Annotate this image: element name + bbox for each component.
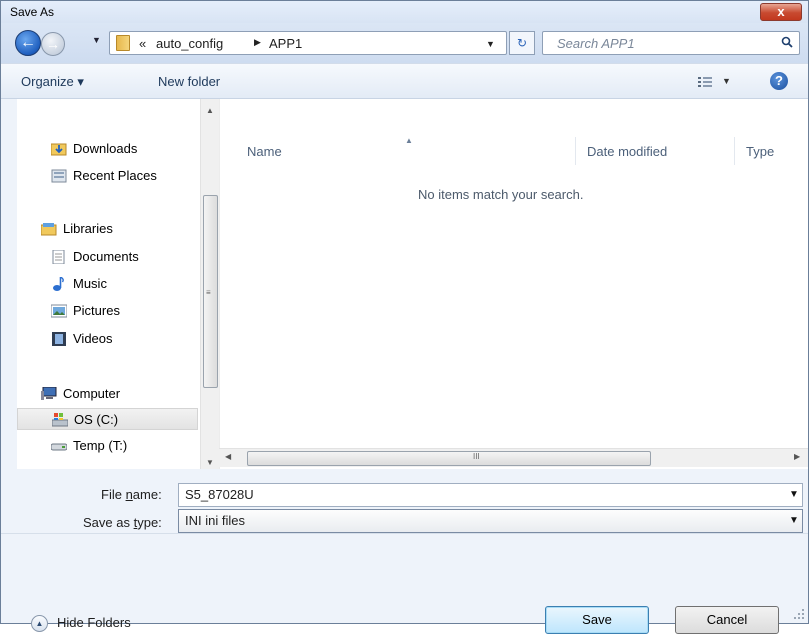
navigation-pane: Downloads Recent Places Libraries Docume… [17, 99, 219, 469]
search-box[interactable]: Search APP1 [542, 31, 800, 55]
save-as-dialog: Save As x ← → ▼ « auto_config ▶ APP1 ▼ ↻… [0, 0, 809, 634]
sidebar-item-label: Temp (T:) [73, 438, 128, 453]
scroll-down-icon[interactable]: ▼ [206, 458, 214, 467]
sidebar-item-videos[interactable]: Videos [51, 328, 211, 350]
view-options-dropdown[interactable]: ▼ [722, 76, 731, 86]
documents-icon [52, 250, 65, 264]
file-name-label-text: ame: [132, 487, 162, 502]
sidebar-item-label: OS (C:) [74, 412, 119, 427]
sidebar-item-label: Computer [63, 386, 121, 401]
breadcrumb-item-app1[interactable]: APP1 [269, 36, 302, 51]
sidebar-item-music[interactable]: Music [51, 273, 211, 295]
column-header-date-modified[interactable]: Date modified [587, 144, 667, 159]
command-toolbar: Organize ▾ New folder ▼ ? [1, 63, 808, 99]
sidebar-item-label: Videos [73, 331, 113, 346]
recent-locations-dropdown[interactable]: ▼ [92, 35, 101, 45]
sidebar-item-computer[interactable]: Computer [41, 383, 211, 405]
scroll-grip-icon: III [473, 452, 480, 461]
forward-button[interactable]: → [41, 32, 65, 56]
sidebar-item-label: Recent Places [73, 168, 157, 183]
sidebar-item-pictures[interactable]: Pictures [51, 300, 211, 322]
downloads-folder-icon [51, 143, 67, 156]
search-icon[interactable] [781, 36, 793, 48]
computer-icon [41, 387, 57, 400]
cancel-button[interactable]: Cancel [675, 606, 779, 634]
organize-button[interactable]: Organize ▾ [21, 74, 84, 90]
sidebar-item-recent-places[interactable]: Recent Places [51, 165, 211, 187]
recent-places-icon [51, 169, 67, 183]
resize-grip-icon[interactable] [794, 609, 804, 619]
file-name-dropdown-button[interactable]: ▼ [789, 489, 799, 500]
scroll-thumb[interactable]: III [247, 451, 651, 466]
navigation-pane-scrollbar[interactable]: ▲ ≡ ▼ [200, 99, 219, 469]
column-header-name[interactable]: Name [247, 144, 282, 159]
new-folder-button[interactable]: New folder [158, 74, 220, 89]
sidebar-item-os-c[interactable]: OS (C:) [17, 408, 198, 430]
sort-ascending-icon: ▲ [405, 136, 413, 145]
libraries-icon [41, 223, 57, 236]
file-name-label-accesskey: n [125, 487, 133, 502]
network-drive-icon [51, 443, 67, 451]
hide-folders-label: Hide Folders [57, 615, 131, 630]
save-as-type-dropdown-button[interactable]: ▼ [789, 515, 799, 526]
save-as-type-label-text: ype: [137, 515, 162, 530]
save-as-type-label: Save as type: [83, 515, 162, 530]
sidebar-item-documents[interactable]: Documents [51, 246, 211, 268]
save-button[interactable]: Save [545, 606, 649, 634]
empty-folder-message: No items match your search. [418, 187, 584, 202]
file-name-label: File name: [101, 487, 162, 502]
breadcrumb-item-auto-config[interactable]: auto_config [156, 36, 223, 51]
sidebar-item-label: Pictures [73, 303, 120, 318]
back-button[interactable]: ← [15, 30, 41, 56]
local-drive-icon [52, 413, 68, 427]
column-divider[interactable] [575, 137, 576, 165]
close-button[interactable]: x [760, 3, 802, 21]
scroll-right-icon[interactable]: ▶ [794, 452, 800, 461]
column-header-type[interactable]: Type [746, 144, 774, 159]
scroll-up-icon[interactable]: ▲ [206, 106, 214, 115]
change-view-icon[interactable] [698, 76, 712, 88]
folder-icon [116, 35, 130, 51]
sidebar-item-label: Downloads [73, 141, 138, 156]
file-list-horizontal-scrollbar[interactable]: ◀ III ▶ [219, 448, 808, 467]
refresh-button[interactable]: ↻ [509, 31, 535, 55]
window-title: Save As [10, 5, 55, 19]
save-options-form: File name: S5_87028U ▼ Save as type: INI… [1, 469, 808, 533]
music-icon [53, 277, 64, 291]
breadcrumb-overflow-chevron[interactable]: « [139, 36, 146, 51]
title-bar: Save As x [1, 1, 808, 23]
file-name-input[interactable]: S5_87028U [178, 483, 803, 507]
help-icon[interactable]: ? [770, 72, 788, 90]
column-divider[interactable] [734, 137, 735, 165]
scroll-left-icon[interactable]: ◀ [225, 452, 231, 461]
breadcrumb-separator-icon[interactable]: ▶ [254, 37, 261, 48]
sidebar-item-label: Libraries [63, 221, 113, 236]
address-bar[interactable]: « auto_config ▶ APP1 ▼ [109, 31, 507, 55]
sidebar-item-downloads[interactable]: Downloads [51, 138, 211, 160]
save-as-type-select[interactable]: INI ini files [178, 509, 803, 533]
videos-icon [52, 332, 66, 346]
sidebar-item-label: Documents [73, 249, 139, 264]
sidebar-item-temp-t[interactable]: Temp (T:) [51, 435, 211, 457]
search-input[interactable]: Search APP1 [557, 36, 635, 51]
address-dropdown-button[interactable]: ▼ [486, 39, 495, 49]
save-as-type-label-text: Save as [83, 515, 134, 530]
file-list-pane[interactable]: ▲ Name Date modified Type No items match… [219, 99, 808, 469]
pictures-icon [51, 304, 67, 318]
sidebar-item-libraries[interactable]: Libraries [41, 218, 211, 240]
navigation-bar: ← → ▼ « auto_config ▶ APP1 ▼ ↻ Search AP… [1, 23, 808, 63]
file-name-label-text: File [101, 487, 126, 502]
dialog-footer: ▲ Hide Folders Save Cancel [1, 533, 808, 634]
scroll-grip-icon: ≡ [206, 288, 211, 297]
sidebar-item-label: Music [73, 276, 107, 291]
